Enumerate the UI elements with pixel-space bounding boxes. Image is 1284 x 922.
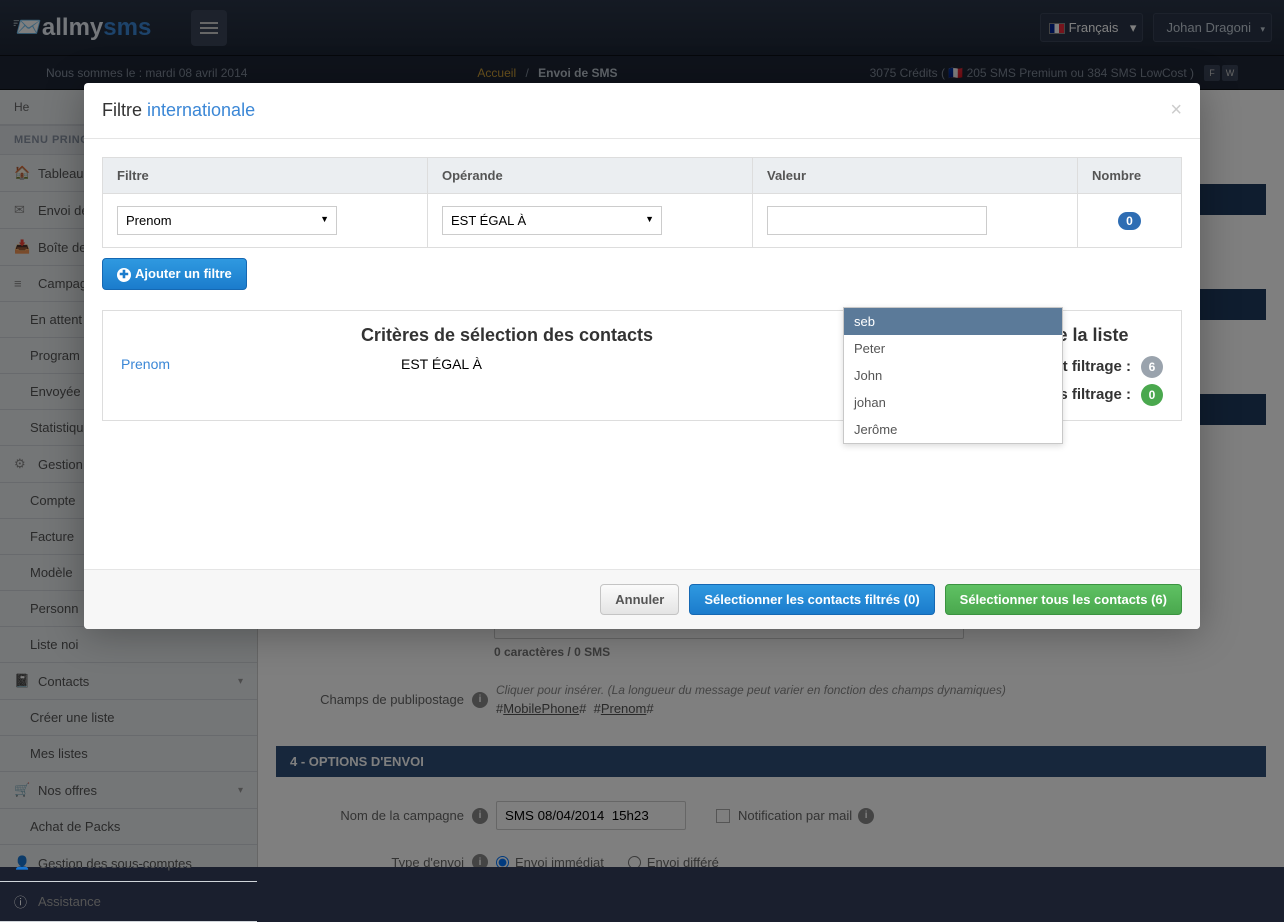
info-icon: ⓘ [14,892,28,911]
cancel-button[interactable]: Annuler [600,584,679,615]
col-filter: Filtre [103,158,428,194]
filter-operand-select[interactable]: EST ÉGAL À [442,206,662,235]
filter-field-select[interactable]: Prenom [117,206,337,235]
filter-row: Prenom EST ÉGAL À 0 [103,194,1182,248]
add-filter-label: Ajouter un filtre [135,266,232,281]
select-all-label: Sélectionner tous les contacts (6) [960,592,1167,607]
sidebar-item-label: Assistance [38,894,101,909]
filter-value-input[interactable] [767,206,987,235]
before-value: 6 [1141,356,1163,378]
select-filtered-label: Sélectionner les contacts filtrés (0) [704,592,919,607]
cancel-label: Annuler [615,592,664,607]
filter-count-badge: 0 [1118,212,1141,230]
criteria-operand: EST ÉGAL À [401,356,482,372]
sidebar-item-help[interactable]: ⓘ Assistance [0,882,257,922]
modal-title: Filtre internationale [102,100,255,121]
criteria-field: Prenom [121,356,381,372]
criteria-left: Critères de sélection des contacts Preno… [103,311,911,420]
autocomplete-option[interactable]: John [844,362,1062,389]
select-all-button[interactable]: Sélectionner tous les contacts (6) [945,584,1182,615]
plus-icon: ✚ [117,268,131,282]
autocomplete-option[interactable]: seb [844,308,1062,335]
after-value: 0 [1141,384,1163,406]
col-operand: Opérande [428,158,753,194]
col-value: Valeur [753,158,1078,194]
modal-footer: Annuler Sélectionner les contacts filtré… [84,569,1200,629]
autocomplete-option[interactable]: johan [844,389,1062,416]
modal-header: Filtre internationale × [84,83,1200,139]
autocomplete-dropdown: seb Peter John johan Jerôme [843,307,1063,444]
autocomplete-option[interactable]: Peter [844,335,1062,362]
col-count: Nombre [1078,158,1182,194]
filter-table: Filtre Opérande Valeur Nombre Prenom EST… [102,157,1182,248]
criteria-title: Critères de sélection des contacts [121,325,893,346]
close-icon[interactable]: × [1170,99,1182,122]
add-filter-button[interactable]: ✚ Ajouter un filtre [102,258,247,290]
autocomplete-option[interactable]: Jerôme [844,416,1062,443]
select-filtered-button[interactable]: Sélectionner les contacts filtrés (0) [689,584,934,615]
